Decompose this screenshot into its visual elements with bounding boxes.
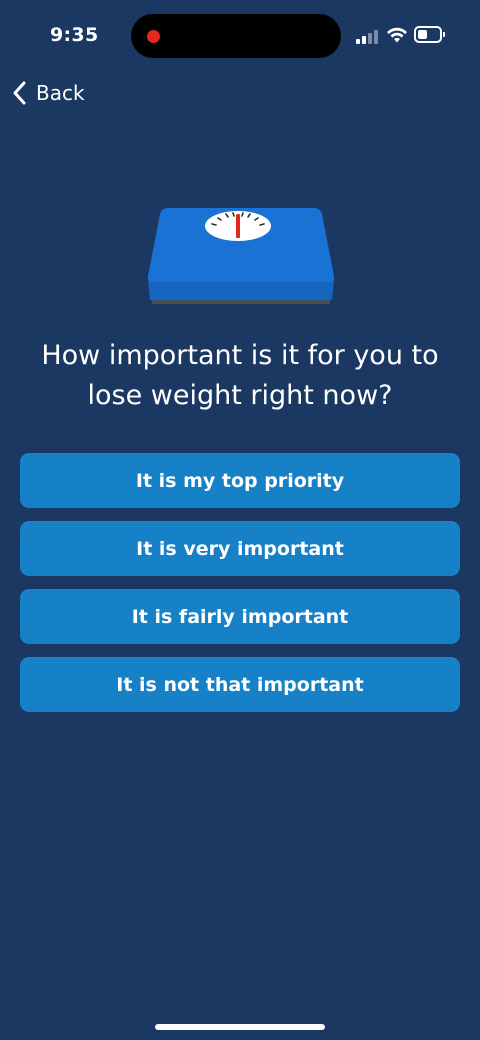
back-chevron-icon <box>13 81 26 105</box>
dynamic-island <box>131 14 341 58</box>
record-dot-icon <box>147 30 160 43</box>
battery-icon <box>414 26 445 43</box>
status-bar: 9:35 <box>0 0 480 72</box>
option-not-that-important[interactable]: It is not that important <box>20 657 460 712</box>
option-very-important[interactable]: It is very important <box>20 521 460 576</box>
back-label: Back <box>36 81 85 105</box>
back-button[interactable]: Back <box>10 78 85 108</box>
bathroom-scale-icon <box>147 208 335 304</box>
option-fairly-important[interactable]: It is fairly important <box>20 589 460 644</box>
screen: 9:35 Back How important is it for you to… <box>0 0 480 1040</box>
wifi-icon <box>387 27 407 43</box>
question-title: How important is it for you to lose weig… <box>41 340 439 411</box>
signal-icon <box>356 28 380 44</box>
option-top-priority[interactable]: It is my top priority <box>20 453 460 508</box>
home-indicator[interactable] <box>155 1024 325 1030</box>
answer-options: It is my top priority It is very importa… <box>20 453 460 725</box>
status-time: 9:35 <box>50 24 99 46</box>
